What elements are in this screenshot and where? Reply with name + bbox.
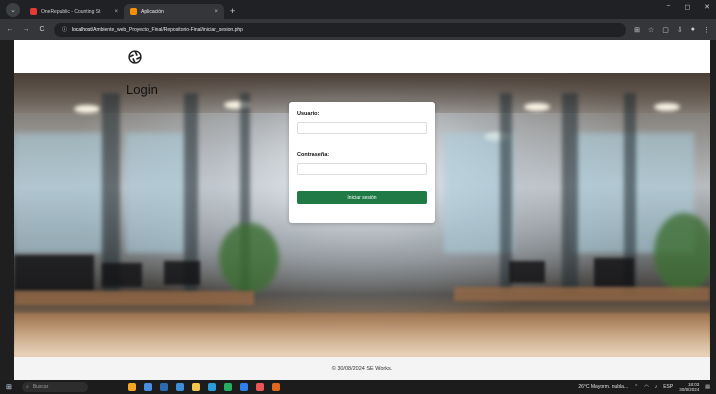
reload-icon[interactable]: C	[38, 26, 46, 33]
close-icon[interactable]: ×	[114, 9, 118, 15]
taskbar-search[interactable]: ⌕ Buscar	[22, 382, 88, 392]
clock[interactable]: 18:03 30/8/2024	[679, 382, 699, 392]
page-footer: © 30/08/2024 SE Works.	[14, 357, 710, 380]
taskbar-app-icon[interactable]	[128, 383, 136, 391]
language-indicator[interactable]: ESP	[663, 384, 673, 390]
taskbar-app-icon[interactable]	[176, 383, 184, 391]
username-label: Usuario:	[297, 111, 320, 117]
downloads-icon[interactable]: ⇩	[677, 26, 683, 34]
translate-icon[interactable]: ⊞	[634, 26, 640, 34]
volume-icon[interactable]: ♪	[655, 384, 658, 390]
username-input[interactable]	[297, 122, 427, 134]
site-info-icon[interactable]: ⓘ	[62, 26, 67, 33]
tray-chevron-icon[interactable]: ⌃	[634, 384, 638, 390]
browser-tabstrip: ⌄ OneRepublic - Counting St × Aplicación…	[0, 0, 716, 19]
toolbar-actions: ⊞ ☆ ▢ ⇩ ● ⋮	[634, 26, 710, 34]
search-placeholder: Buscar	[32, 384, 49, 390]
taskbar-app-icon[interactable]	[144, 383, 152, 391]
password-input[interactable]	[297, 162, 427, 175]
office-background-image: Login Usuario: Contraseña: Iniciar sesió…	[14, 73, 710, 357]
taskbar-apps	[128, 383, 280, 391]
logo-aperture-icon	[128, 50, 142, 64]
close-window-icon[interactable]: ✕	[704, 3, 710, 11]
taskbar-app-icon[interactable]	[224, 383, 232, 391]
weather-text[interactable]: 26°C Mayorm. nubla...	[578, 384, 628, 390]
login-button[interactable]: Iniciar sesión	[297, 191, 427, 204]
windows-start-icon[interactable]: ⊞	[6, 383, 16, 391]
clock-date: 30/8/2024	[679, 387, 700, 392]
browser-toolbar: ← → C ⓘ localhost/Ambiente_web_Proyecto_…	[0, 19, 716, 40]
page-title: Login	[126, 82, 158, 97]
browser-menu-icon[interactable]: ⋮	[703, 26, 710, 34]
screen: ⌄ OneRepublic - Counting St × Aplicación…	[0, 0, 716, 394]
url-host: localhost	[72, 26, 92, 33]
maximize-icon[interactable]: ◻	[684, 3, 690, 11]
web-page: Login Usuario: Contraseña: Iniciar sesió…	[14, 40, 710, 380]
url-path: /Ambiente_web_Proyecto_Final/Repositorio…	[91, 26, 243, 33]
tab-search-icon[interactable]: ⌄	[6, 3, 20, 17]
taskbar-app-icon[interactable]	[256, 383, 264, 391]
tab-aplicacion[interactable]: Aplicación ×	[124, 4, 224, 19]
forward-icon[interactable]: →	[22, 26, 30, 33]
tab-label: Aplicación	[141, 8, 164, 15]
close-icon[interactable]: ×	[214, 9, 218, 15]
notification-icon[interactable]: ▤	[705, 384, 710, 390]
app-favicon-icon	[130, 8, 137, 15]
taskbar-app-icon[interactable]	[272, 383, 280, 391]
extensions-icon[interactable]: ▢	[662, 26, 669, 34]
taskbar-app-icon[interactable]	[160, 383, 168, 391]
minimize-icon[interactable]: −	[666, 3, 670, 11]
tab-label: OneRepublic - Counting St	[41, 8, 101, 15]
window-controls: − ◻ ✕	[666, 3, 710, 11]
taskbar-app-icon[interactable]	[208, 383, 216, 391]
profile-icon[interactable]: ●	[691, 26, 695, 34]
address-bar[interactable]: ⓘ localhost/Ambiente_web_Proyecto_Final/…	[54, 22, 627, 37]
password-label: Contraseña:	[297, 151, 330, 158]
taskbar-app-icon[interactable]	[240, 383, 248, 391]
page-header	[14, 40, 710, 73]
search-icon: ⌕	[26, 384, 29, 390]
windows-taskbar: ⊞ ⌕ Buscar 26°C Mayorm. nubla... ⌃ ◠ ♪ E…	[0, 380, 716, 394]
taskbar-app-icon[interactable]	[192, 383, 200, 391]
login-form: Usuario: Contraseña: Iniciar sesión	[289, 102, 435, 223]
wifi-icon[interactable]: ◠	[644, 384, 648, 390]
youtube-favicon-icon	[30, 8, 37, 15]
back-icon[interactable]: ←	[6, 26, 14, 33]
tab-youtube[interactable]: OneRepublic - Counting St ×	[24, 4, 124, 19]
new-tab-button[interactable]: +	[230, 6, 235, 16]
system-tray: 26°C Mayorm. nubla... ⌃ ◠ ♪ ESP 18:03 30…	[578, 382, 710, 392]
bookmark-star-icon[interactable]: ☆	[648, 26, 654, 34]
